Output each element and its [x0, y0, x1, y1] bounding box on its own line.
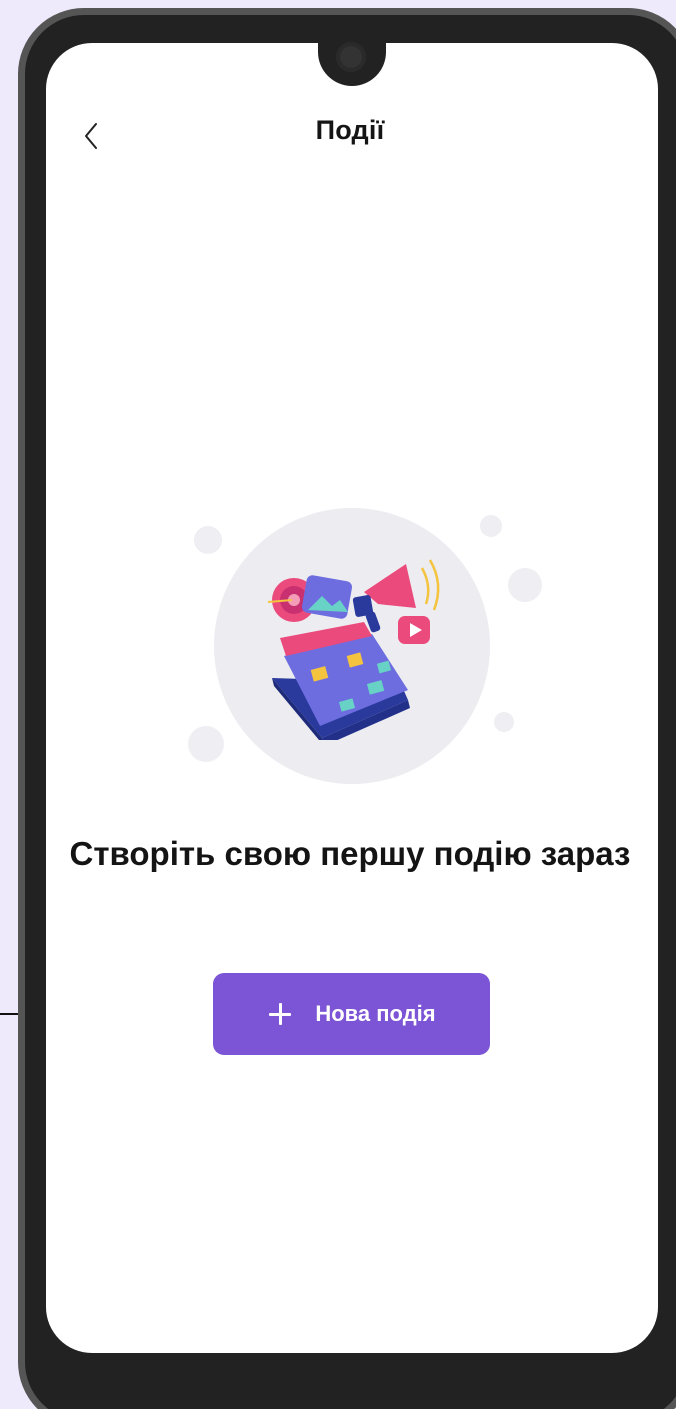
page: Події Створіть свою першу подію зараз Но… [0, 0, 676, 1409]
decor-dot [494, 712, 514, 732]
back-button[interactable] [80, 118, 104, 154]
chevron-left-icon [85, 123, 97, 149]
new-event-button-label: Нова подія [315, 1001, 436, 1026]
new-event-button[interactable]: Нова подія [213, 973, 490, 1055]
page-title: Події [315, 115, 385, 145]
empty-state-message: Створіть свою першу подію зараз [69, 835, 631, 872]
events-illustration-icon [267, 559, 440, 740]
decor-dot [194, 526, 222, 554]
decor-dot [188, 726, 224, 762]
empty-state-illustration [180, 500, 542, 800]
camera-icon [336, 42, 366, 72]
decor-dot [480, 515, 502, 537]
plus-icon [267, 1001, 293, 1027]
decor-dot [508, 568, 542, 602]
